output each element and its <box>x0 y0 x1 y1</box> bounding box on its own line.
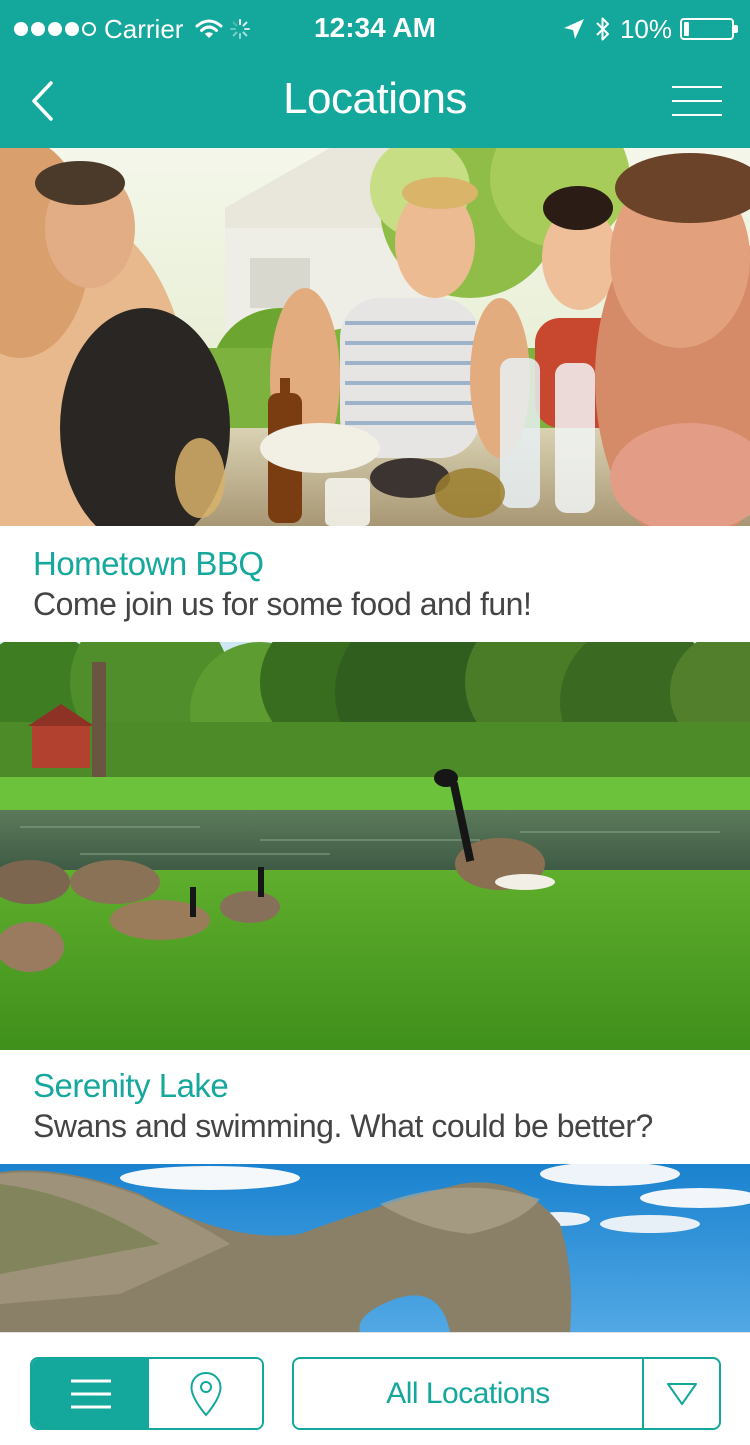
location-description: Come join us for some food and fun! <box>33 586 532 622</box>
hamburger-menu-icon <box>672 100 722 102</box>
location-image-rock-arch[interactable] <box>0 1164 750 1332</box>
map-view-button[interactable] <box>149 1359 262 1428</box>
status-right: 10% <box>562 13 738 45</box>
location-image-serenity-lake[interactable] <box>0 642 750 1050</box>
location-arrow-icon <box>563 19 584 39</box>
people-at-outdoor-table-photo <box>0 148 750 526</box>
geese-by-lake-photo <box>0 642 750 1050</box>
list-view-button[interactable] <box>32 1359 149 1428</box>
hamburger-menu-icon <box>672 86 722 88</box>
page-title: Locations <box>283 74 467 123</box>
rock-arch-coastline-photo <box>0 1164 750 1332</box>
location-card-hometown-bbq[interactable]: Hometown BBQ Come join us for some food … <box>0 526 750 642</box>
battery-icon <box>680 18 738 40</box>
map-pin-icon <box>189 1371 222 1416</box>
battery-level <box>684 22 689 36</box>
location-image-hometown-bbq[interactable] <box>0 148 750 526</box>
app-header: Carrier 12:34 AM 10% Locations <box>0 0 750 148</box>
bottom-toolbar: All Locations <box>0 1332 750 1445</box>
filter-dropdown-toggle[interactable] <box>644 1359 719 1428</box>
location-filter: All Locations <box>292 1357 721 1430</box>
hamburger-menu-icon <box>672 114 722 116</box>
location-card-serenity-lake[interactable]: Serenity Lake Swans and swimming. What c… <box>0 1050 750 1164</box>
location-title: Serenity Lake <box>33 1067 229 1104</box>
location-title: Hometown BBQ <box>33 545 264 582</box>
menu-button[interactable] <box>672 82 722 122</box>
nav-bar: Locations <box>0 60 750 148</box>
bluetooth-icon <box>596 17 609 41</box>
list-icon <box>70 1379 111 1408</box>
battery-percent: 10% <box>619 13 672 44</box>
status-bar: Carrier 12:34 AM 10% <box>0 0 750 60</box>
triangle-down-icon <box>666 1382 697 1405</box>
location-description: Swans and swimming. What could be better… <box>33 1108 653 1144</box>
view-mode-toggle <box>30 1357 264 1430</box>
filter-dropdown[interactable]: All Locations <box>294 1359 644 1428</box>
